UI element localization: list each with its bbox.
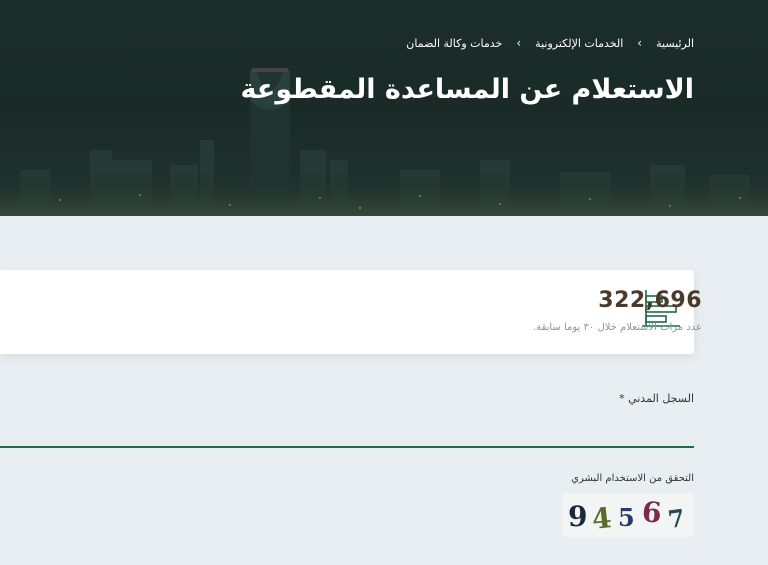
inquiry-count: 322,696 [598,288,702,313]
captcha-image: 9 4 5 6 7 [562,493,694,537]
captcha-digit: 6 [640,495,663,530]
civil-record-input[interactable] [0,410,694,448]
captcha-digit: 7 [665,502,687,535]
breadcrumb-home[interactable]: الرئيسية [656,37,694,50]
chevron-left-icon: › [637,36,643,50]
breadcrumb-eservices[interactable]: الخدمات الإلكترونية [535,37,623,50]
captcha-label: التحقق من الاستخدام البشري [571,473,694,484]
breadcrumb: الرئيسية › الخدمات الإلكترونية › خدمات و… [406,36,694,50]
civil-record-label: السجل المدني * [619,392,694,405]
captcha-digit: 5 [618,503,635,532]
chevron-left-icon: › [516,36,522,50]
stats-card [0,270,694,354]
captcha-digit: 4 [590,501,614,536]
city-skyline-image [0,68,768,216]
page-title: الاستعلام عن المساعدة المقطوعة [240,74,694,105]
breadcrumb-current[interactable]: خدمات وكالة الضمان [406,37,502,50]
hero-banner: الرئيسية › الخدمات الإلكترونية › خدمات و… [0,0,768,216]
inquiry-count-caption: عدد مرات الاستعلام خلال ٣٠ يوما سابقة. [532,322,702,333]
captcha-digit: 9 [568,500,588,533]
